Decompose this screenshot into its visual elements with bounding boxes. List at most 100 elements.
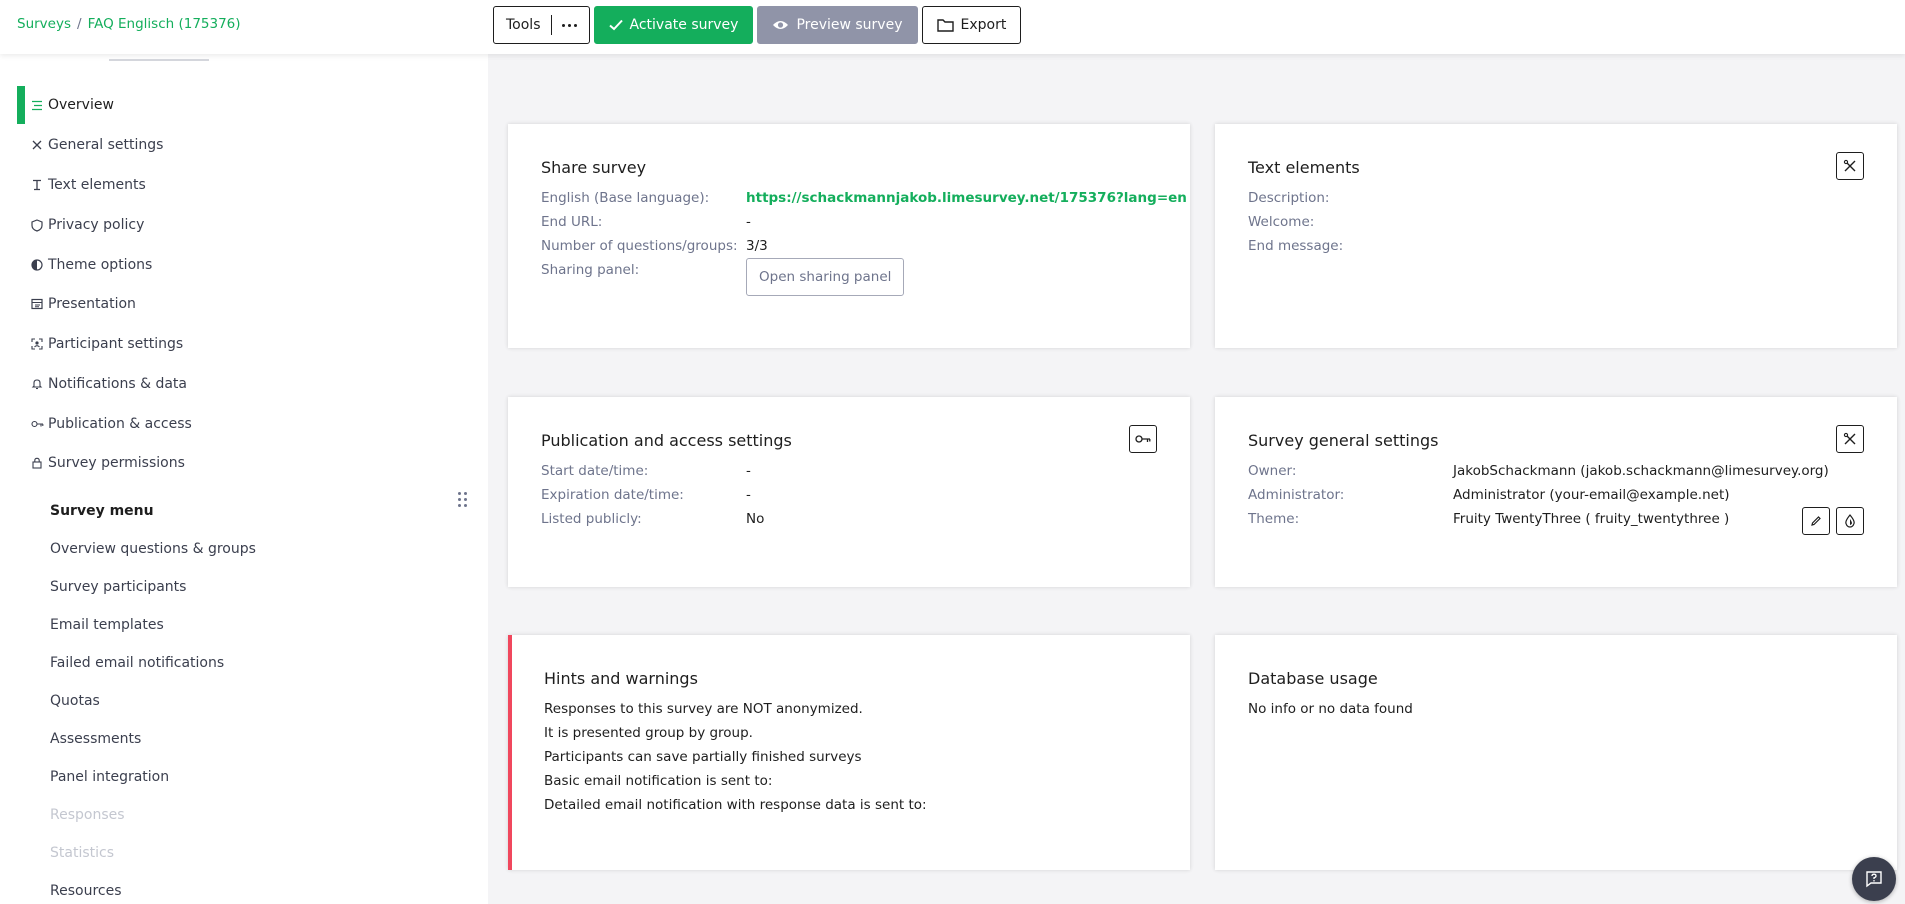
menu-item-overview-questions-groups[interactable]: Overview questions & groups (50, 541, 256, 557)
hints-warnings-title: Hints and warnings (544, 669, 698, 688)
warning-stripe (508, 635, 512, 870)
menu-item-survey-participants[interactable]: Survey participants (50, 579, 186, 595)
preview-survey-button[interactable]: Preview survey (757, 6, 918, 44)
bell-icon (30, 378, 44, 390)
edit-publication-button[interactable] (1129, 425, 1157, 453)
row-label: Start date/time: (541, 463, 649, 479)
sidebar-item-label: Publication & access (48, 416, 192, 432)
row-label: End message: (1248, 238, 1344, 254)
contrast-icon (30, 259, 44, 271)
hint-line: Basic email notification is sent to: (544, 773, 773, 789)
key-icon (30, 419, 44, 429)
share-row-question-count: Number of questions/groups: 3/3 (541, 238, 768, 254)
sidebar-item-label: Presentation (48, 296, 136, 312)
menu-item-statistics: Statistics (50, 845, 114, 861)
export-label: Export (960, 17, 1007, 33)
theme-options-button[interactable] (1836, 507, 1864, 535)
database-message: No info or no data found (1248, 701, 1413, 717)
sidebar-item-notifications-data[interactable]: Notifications & data (30, 373, 187, 395)
row-label: Description: (1248, 190, 1330, 206)
sidebar-item-text-elements[interactable]: Text elements (30, 174, 146, 196)
breadcrumb-current-survey[interactable]: FAQ Englisch (175376) (88, 16, 241, 32)
breadcrumb-surveys-link[interactable]: Surveys (17, 16, 71, 32)
row-value: JakobSchackmann (jakob.schackmann@limesu… (1453, 463, 1829, 479)
text-row-welcome: Welcome: (1248, 214, 1314, 230)
tools-icon (1843, 159, 1857, 173)
open-sharing-panel-button[interactable]: Open sharing panel (746, 258, 905, 296)
menu-item-quotas[interactable]: Quotas (50, 693, 100, 709)
row-value: - (746, 214, 751, 230)
export-button[interactable]: Export (921, 6, 1022, 44)
tools-label: Tools (506, 17, 541, 33)
sidebar-item-label: Notifications & data (48, 376, 187, 392)
sidebar: Overview General settings Text elements … (0, 54, 488, 904)
layout-icon (30, 298, 44, 310)
activate-survey-label: Activate survey (629, 17, 739, 33)
row-label: End URL: (541, 214, 603, 230)
checkmark-icon (608, 19, 623, 31)
menu-item-email-templates[interactable]: Email templates (50, 617, 164, 633)
share-survey-card: Share survey English (Base language): ht… (508, 124, 1190, 348)
more-options-icon[interactable] (561, 23, 577, 27)
active-indicator (17, 86, 25, 124)
drop-icon (1844, 514, 1856, 528)
row-value: Administrator (your-email@example.net) (1453, 487, 1730, 503)
publication-row-listed: Listed publicly: No (541, 511, 764, 527)
survey-toolbar: Tools Activate survey Preview survey Exp… (493, 6, 1022, 44)
text-row-end-message: End message: (1248, 238, 1343, 254)
sidebar-item-theme-options[interactable]: Theme options (30, 254, 152, 276)
tools-divider (550, 15, 552, 35)
row-label: Expiration date/time: (541, 487, 684, 503)
sidebar-resize-handle[interactable] (109, 59, 209, 61)
row-label: English (Base language): (541, 190, 710, 206)
edit-text-elements-button[interactable] (1836, 152, 1864, 180)
publication-row-start: Start date/time: - (541, 463, 751, 479)
text-elements-card: Text elements Description: Welcome: End … (1215, 124, 1897, 348)
preview-survey-label: Preview survey (796, 17, 903, 33)
sidebar-item-publication-access[interactable]: Publication & access (30, 413, 192, 435)
general-row-owner: Owner: JakobSchackmann (jakob.schackmann… (1248, 463, 1829, 479)
edit-theme-button[interactable] (1802, 507, 1830, 535)
menu-item-assessments[interactable]: Assessments (50, 731, 141, 747)
sidebar-item-overview[interactable]: Overview (30, 94, 114, 116)
publication-row-expiration: Expiration date/time: - (541, 487, 751, 503)
sidebar-item-participant-settings[interactable]: Participant settings (30, 333, 183, 355)
drag-handle-icon[interactable] (458, 492, 467, 507)
sidebar-item-label: General settings (48, 137, 164, 153)
sidebar-item-survey-permissions[interactable]: Survey permissions (30, 452, 185, 474)
edit-general-settings-button[interactable] (1836, 425, 1864, 453)
activate-survey-button[interactable]: Activate survey (593, 6, 754, 44)
sidebar-item-presentation[interactable]: Presentation (30, 293, 136, 315)
row-label: Welcome: (1248, 214, 1315, 230)
breadcrumb-separator: / (77, 16, 82, 32)
sidebar-item-label: Participant settings (48, 336, 184, 352)
row-label: Owner: (1248, 463, 1297, 479)
pencil-icon (1810, 515, 1822, 527)
row-label: Theme: (1248, 511, 1300, 527)
hint-line: Detailed email notification with respons… (544, 797, 927, 813)
tools-icon (1843, 432, 1857, 446)
row-label: Administrator: (1248, 487, 1345, 503)
menu-item-panel-integration[interactable]: Panel integration (50, 769, 169, 785)
row-label: Sharing panel: (541, 262, 640, 278)
menu-item-resources[interactable]: Resources (50, 883, 122, 899)
list-icon (30, 100, 44, 111)
top-bar: Surveys / FAQ Englisch (175376) Tools Acti… (0, 0, 1905, 54)
tools-icon (30, 139, 44, 151)
share-row-base-language: English (Base language): https://schackm… (541, 190, 1187, 206)
sidebar-item-general-settings[interactable]: General settings (30, 134, 163, 156)
breadcrumb: Surveys / FAQ Englisch (175376) (17, 16, 241, 32)
row-value: - (746, 487, 751, 503)
hint-line: Responses to this survey are NOT anonymi… (544, 701, 863, 717)
database-usage-card: Database usage No info or no data found (1215, 635, 1897, 870)
sidebar-item-privacy-policy[interactable]: Privacy policy (30, 214, 144, 236)
tools-button[interactable]: Tools (493, 6, 590, 44)
share-row-sharing-panel: Sharing panel: (541, 262, 639, 278)
row-value: - (746, 463, 751, 479)
hint-line: Participants can save partially finished… (544, 749, 862, 765)
menu-item-failed-email-notifications[interactable]: Failed email notifications (50, 655, 224, 671)
survey-url-link[interactable]: https://schackmannjakob.limesurvey.net/1… (746, 190, 1187, 206)
general-row-administrator: Administrator: Administrator (your-email… (1248, 487, 1730, 503)
help-chat-button[interactable] (1852, 857, 1896, 901)
sidebar-item-label: Theme options (48, 257, 153, 273)
